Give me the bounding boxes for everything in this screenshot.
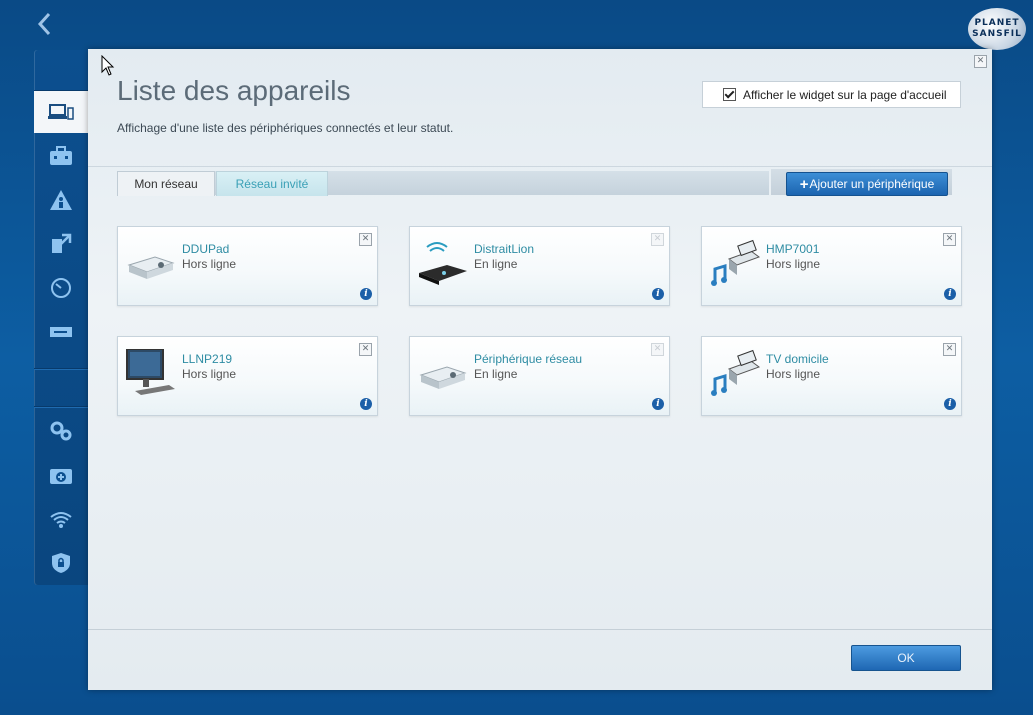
sidebar-item-usb[interactable]	[34, 311, 88, 353]
device-card[interactable]: TV domicile Hors ligne ✕ i	[701, 336, 962, 416]
add-device-label: Ajouter un périphérique	[809, 177, 935, 191]
info-icon[interactable]: i	[360, 398, 372, 410]
sidebar-item-devices[interactable]	[34, 91, 94, 133]
device-list-icon	[48, 104, 74, 120]
troubleshooting-icon	[50, 469, 72, 484]
dialog-close-button[interactable]: ✕	[974, 55, 987, 68]
sidebar-item-troubleshooting[interactable]	[34, 454, 88, 496]
chevron-left-icon	[37, 12, 51, 36]
brand-logo: PLANET SANSFIL	[968, 8, 1026, 50]
sidebar	[34, 50, 94, 585]
parental-control-icon	[50, 190, 72, 210]
info-icon[interactable]: i	[652, 288, 664, 300]
storage-device-icon	[419, 366, 467, 389]
info-icon[interactable]: i	[652, 398, 664, 410]
widget-toggle[interactable]: Afficher le widget sur la page d'accueil	[702, 81, 961, 108]
media-player-icon	[711, 239, 761, 286]
remove-device-button[interactable]: ✕	[359, 343, 372, 356]
device-card[interactable]: Périphérique réseau En ligne ✕ i	[409, 336, 670, 416]
back-button[interactable]	[0, 0, 88, 48]
device-name: DDUPad	[182, 242, 230, 256]
logo-text-2: SANSFIL	[972, 29, 1022, 39]
device-card[interactable]: DistraitLion En ligne ✕ i	[409, 226, 670, 306]
sidebar-item-parental[interactable]	[34, 179, 88, 221]
desktop-computer-icon	[126, 349, 175, 395]
page-subtitle: Affichage d'une liste des périphériques …	[117, 121, 454, 135]
remove-device-button[interactable]: ✕	[651, 343, 664, 356]
sidebar-item-media-priority[interactable]	[34, 223, 88, 265]
wireless-router-icon	[419, 242, 467, 285]
remove-device-button[interactable]: ✕	[651, 233, 664, 246]
remove-device-button[interactable]: ✕	[359, 233, 372, 246]
tab-bar: Mon réseau Réseau invité + Ajouter un pér…	[88, 166, 992, 196]
logo-text-1: PLANET	[974, 18, 1020, 28]
device-status: En ligne	[474, 257, 518, 271]
device-card[interactable]: LLNP219 Hors ligne ✕ i	[117, 336, 378, 416]
tab-my-network[interactable]: Mon réseau	[117, 171, 215, 196]
widget-label: Afficher le widget sur la page d'accueil	[743, 87, 947, 102]
security-icon	[52, 553, 70, 573]
sidebar-item-settings[interactable]	[34, 410, 88, 452]
add-device-button[interactable]: + Ajouter un périphérique	[786, 172, 948, 196]
mouse-pointer-icon	[101, 55, 115, 76]
device-status: Hors ligne	[182, 257, 237, 271]
media-player-icon	[711, 349, 761, 396]
media-priority-icon	[52, 233, 72, 253]
device-name: HMP7001	[766, 242, 820, 256]
storage-device-icon	[127, 256, 175, 279]
device-name: LLNP219	[182, 352, 233, 366]
device-status: Hors ligne	[766, 257, 821, 271]
footer-divider	[88, 629, 992, 630]
sidebar-item-wireless[interactable]	[34, 498, 88, 540]
sidebar-top	[34, 50, 88, 91]
tab-guest-network[interactable]: Réseau invité	[216, 171, 328, 196]
device-card[interactable]: DDUPad Hors ligne ✕ i	[117, 226, 378, 306]
device-card[interactable]: HMP7001 Hors ligne ✕ i	[701, 226, 962, 306]
sidebar-divider	[34, 406, 88, 408]
info-icon[interactable]: i	[944, 398, 956, 410]
toolbox-icon	[50, 146, 72, 165]
device-status: En ligne	[474, 367, 518, 381]
ok-button[interactable]: OK	[851, 645, 961, 671]
sidebar-divider	[34, 368, 88, 370]
sidebar-item-toolbox[interactable]	[34, 135, 88, 177]
sidebar-item-security[interactable]	[34, 542, 88, 584]
info-icon[interactable]: i	[944, 288, 956, 300]
usb-storage-icon	[50, 327, 72, 337]
remove-device-button[interactable]: ✕	[943, 343, 956, 356]
device-name: DistraitLion	[474, 242, 535, 256]
plus-icon: +	[799, 175, 809, 193]
widget-checkbox[interactable]	[723, 88, 736, 101]
device-list-dialog: ✕ Liste des appareils Affichage d'une li…	[88, 49, 992, 690]
device-status: Hors ligne	[766, 367, 821, 381]
device-name: TV domicile	[766, 352, 829, 366]
remove-device-button[interactable]: ✕	[943, 233, 956, 246]
device-name: Périphérique réseau	[474, 352, 583, 366]
info-icon[interactable]: i	[360, 288, 372, 300]
sidebar-item-speed-test[interactable]	[34, 267, 88, 309]
settings-gears-icon	[50, 421, 72, 441]
wireless-icon	[50, 512, 72, 528]
speed-test-icon	[51, 278, 71, 298]
page-title: Liste des appareils	[117, 75, 351, 106]
device-status: Hors ligne	[182, 367, 237, 381]
